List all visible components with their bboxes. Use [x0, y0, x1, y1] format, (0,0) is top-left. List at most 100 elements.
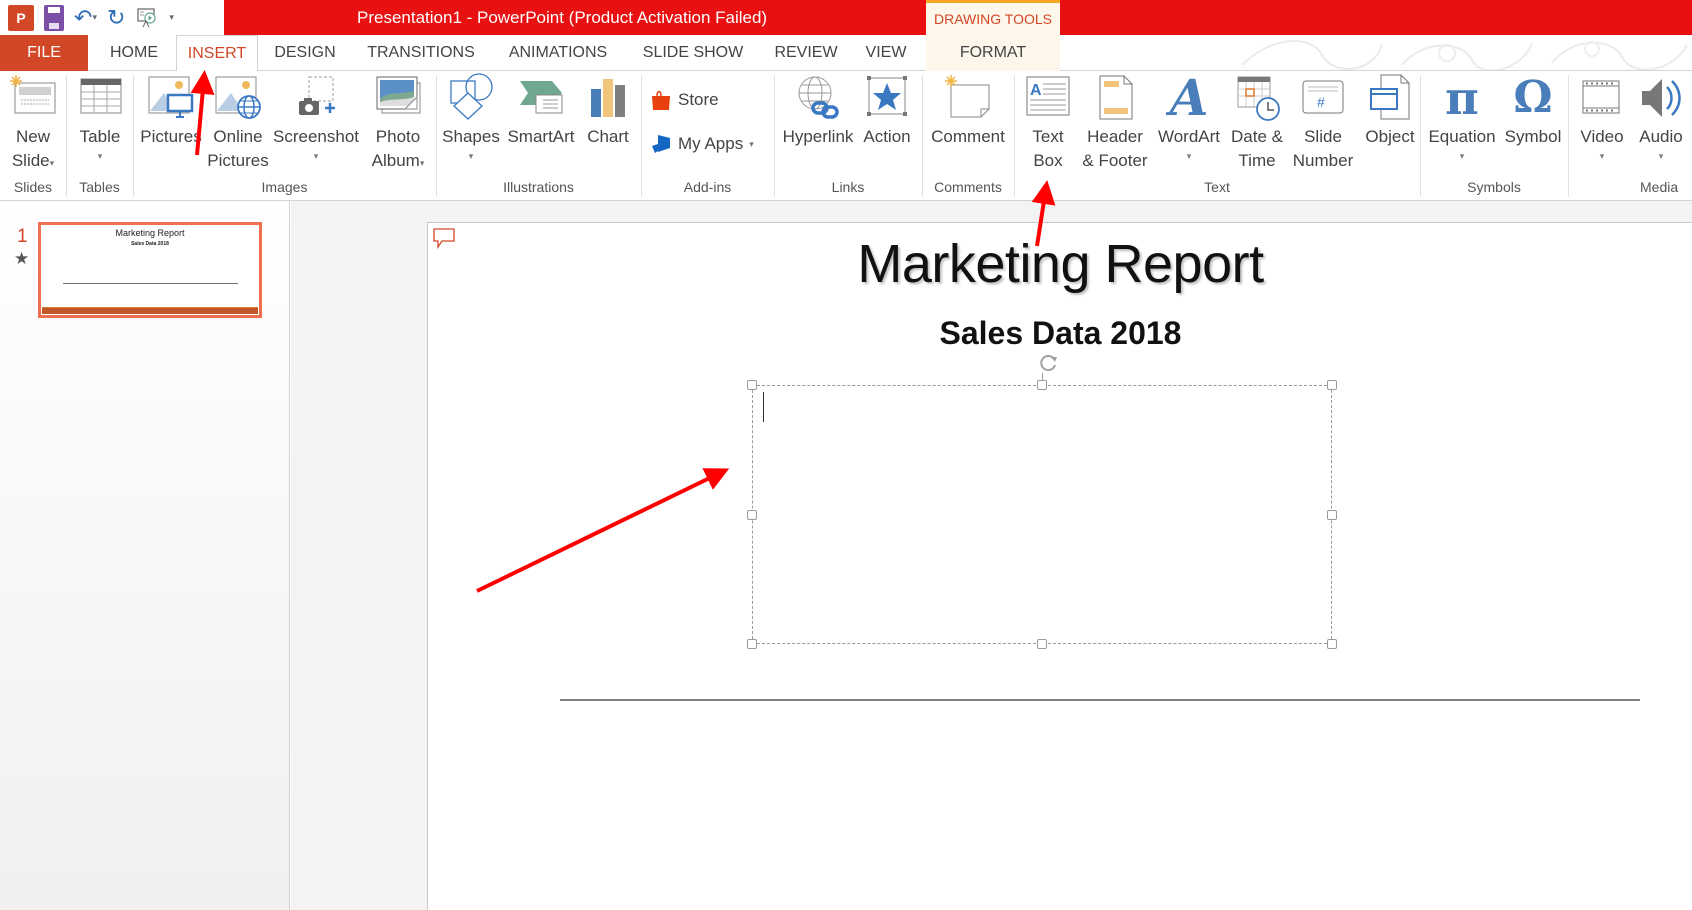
my-apps-label: My Apps	[678, 134, 744, 153]
new-slide-dropdown-icon[interactable]: ▾	[50, 158, 55, 168]
symbol-label: Symbol	[1504, 127, 1562, 146]
store-button[interactable]: Store	[650, 89, 719, 111]
tab-insert[interactable]: INSERT	[176, 35, 258, 72]
thumbnail-subtitle: Sales Data 2018	[131, 241, 169, 247]
start-from-beginning-button[interactable]	[135, 5, 159, 31]
group-label-add-ins: Add-ins	[683, 179, 732, 195]
tab-slide-show[interactable]: SLIDE SHOW	[632, 35, 754, 71]
video-button[interactable]: Video ▾	[1574, 73, 1630, 163]
tab-animations[interactable]: ANIMATIONS	[496, 35, 620, 71]
group-label-text: Text	[1204, 179, 1230, 195]
tab-format[interactable]: FORMAT	[926, 35, 1060, 71]
tab-home[interactable]: HOME	[96, 35, 172, 71]
shapes-dropdown-icon[interactable]: ▾	[440, 149, 502, 163]
screenshot-button[interactable]: Screenshot ▾	[272, 73, 360, 163]
shapes-icon	[450, 73, 493, 120]
header-footer-button[interactable]: Header & Footer	[1078, 73, 1152, 173]
tab-view[interactable]: VIEW	[856, 35, 916, 71]
tab-review[interactable]: REVIEW	[764, 35, 848, 71]
resize-handle-bottom-left[interactable]	[747, 639, 757, 649]
group-label-tables: Tables	[79, 179, 120, 195]
group-label-images: Images	[261, 179, 308, 195]
group-label-links: Links	[831, 179, 865, 195]
text-box-icon: A	[1026, 76, 1070, 116]
store-label: Store	[678, 90, 719, 109]
resize-handle-bottom[interactable]	[1037, 639, 1047, 649]
my-apps-dropdown-icon[interactable]: ▾	[749, 139, 754, 150]
wordart-button[interactable]: A WordArt ▾	[1154, 73, 1224, 163]
date-time-label-1: Date &	[1231, 127, 1283, 146]
slide-thumbnail[interactable]: Marketing Report Sales Data 2018	[38, 222, 262, 318]
object-button[interactable]: Object	[1358, 73, 1422, 149]
tab-design[interactable]: DESIGN	[262, 35, 348, 71]
pictures-button[interactable]: Pictures	[139, 73, 203, 149]
symbol-icon: Ω	[1513, 72, 1553, 123]
text-box-button[interactable]: A Text Box	[1022, 73, 1074, 173]
date-time-label-2: Time	[1238, 151, 1276, 170]
screenshot-dropdown-icon[interactable]: ▾	[272, 149, 360, 163]
pictures-icon	[148, 76, 194, 118]
photo-album-label-1: Photo	[375, 127, 421, 146]
slide-title[interactable]: Marketing Report	[428, 233, 1692, 295]
chart-button[interactable]: Chart	[580, 73, 636, 149]
shapes-button[interactable]: Shapes ▾	[440, 73, 502, 163]
header-footer-label-2: & Footer	[1082, 151, 1148, 170]
online-pictures-label-2: Pictures	[207, 151, 269, 170]
undo-button[interactable]: ↶ ▾	[74, 5, 97, 31]
smartart-button[interactable]: SmartArt	[504, 73, 578, 149]
slide-editing-area: Marketing Report Sales Data 2018	[291, 201, 1692, 910]
slide-subtitle[interactable]: Sales Data 2018	[428, 315, 1692, 352]
header-footer-icon	[1099, 75, 1133, 120]
tab-transitions[interactable]: TRANSITIONS	[356, 35, 486, 71]
slide-textbox[interactable]	[747, 355, 1337, 649]
resize-handle-left[interactable]	[747, 510, 757, 520]
svg-text:A: A	[1030, 82, 1042, 99]
new-slide-icon	[10, 75, 56, 114]
comment-button[interactable]: Comment	[926, 73, 1010, 149]
chart-icon	[591, 79, 625, 117]
redo-icon[interactable]: ↻	[107, 5, 125, 31]
resize-handle-right[interactable]	[1327, 510, 1337, 520]
resize-handle-top[interactable]	[1037, 380, 1047, 390]
slide-number-label-1: Slide	[1304, 127, 1342, 146]
date-time-button[interactable]: Date & Time	[1224, 73, 1290, 173]
audio-button[interactable]: Audio ▾	[1632, 73, 1690, 163]
photo-album-dropdown-icon[interactable]: ▾	[420, 158, 425, 168]
text-box-label-1: Text	[1032, 127, 1064, 146]
thumbnail-divider	[63, 283, 238, 284]
powerpoint-logo-icon[interactable]: P	[8, 4, 34, 31]
tab-file[interactable]: FILE	[0, 35, 88, 71]
group-label-media: Media	[1640, 179, 1679, 195]
hyperlink-icon	[798, 76, 839, 119]
photo-album-button[interactable]: Photo Album▾	[364, 73, 432, 175]
new-slide-label-2: Slide▾	[11, 151, 55, 170]
equation-dropdown-icon[interactable]: ▾	[1424, 149, 1500, 163]
new-slide-button[interactable]: New Slide▾	[4, 73, 62, 175]
wordart-dropdown-icon[interactable]: ▾	[1154, 149, 1224, 163]
rotate-handle-icon[interactable]	[1037, 352, 1059, 374]
slide-canvas[interactable]: Marketing Report Sales Data 2018	[427, 222, 1692, 910]
online-pictures-button[interactable]: Online Pictures	[206, 73, 270, 173]
table-icon	[80, 78, 122, 114]
symbol-button[interactable]: Ω Symbol	[1500, 73, 1566, 149]
customize-qat-icon[interactable]: ▾	[169, 5, 174, 31]
table-label: Table	[79, 127, 121, 146]
action-button[interactable]: Action	[858, 73, 916, 149]
resize-handle-top-left[interactable]	[747, 380, 757, 390]
store-icon	[652, 90, 670, 110]
table-dropdown-icon[interactable]: ▾	[72, 149, 128, 163]
resize-handle-top-right[interactable]	[1327, 380, 1337, 390]
equation-button[interactable]: π Equation ▾	[1424, 73, 1500, 163]
slide-number-button[interactable]: # Slide Number	[1290, 73, 1356, 173]
slide-thumbnails-pane: 1 ★ Marketing Report Sales Data 2018	[0, 201, 290, 910]
hyperlink-button[interactable]: Hyperlink	[780, 73, 856, 149]
video-dropdown-icon[interactable]: ▾	[1574, 149, 1630, 163]
online-pictures-icon	[215, 76, 261, 119]
table-button[interactable]: Table ▾	[72, 73, 128, 163]
presentation-play-icon	[137, 7, 157, 27]
resize-handle-bottom-right[interactable]	[1327, 639, 1337, 649]
my-apps-button[interactable]: My Apps ▾	[650, 133, 754, 155]
undo-dropdown-icon[interactable]: ▾	[92, 12, 97, 23]
audio-dropdown-icon[interactable]: ▾	[1632, 149, 1690, 163]
save-icon[interactable]	[44, 4, 64, 31]
